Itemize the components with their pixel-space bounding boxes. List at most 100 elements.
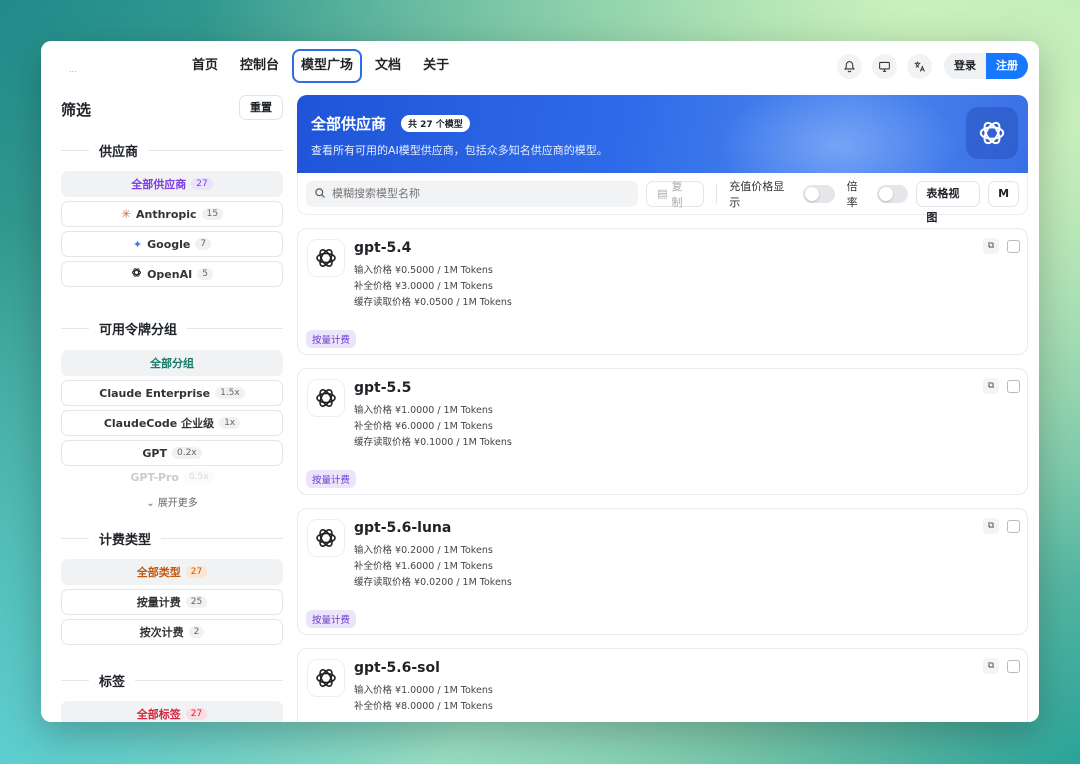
option-label: 全部分组: [150, 357, 194, 370]
select-checkbox[interactable]: [1007, 379, 1020, 393]
expand-more-button[interactable]: ⌄ 展开更多: [61, 494, 283, 509]
copy-icon: ▤: [657, 187, 668, 200]
option-count: 1.5x: [215, 387, 245, 399]
group-option-gpt[interactable]: GPT 0.2x: [61, 440, 283, 466]
top-right-actions: 登录 注册: [837, 53, 1028, 79]
translate-icon[interactable]: [907, 53, 932, 79]
provider-options: 全部供应商 27 ✳ Anthropic 15 ✦ Google 7 OpenA…: [61, 171, 283, 287]
search-icon: [314, 184, 326, 203]
tag-option-all[interactable]: 全部标签 27: [61, 701, 283, 722]
table-view-button[interactable]: 表格视图: [916, 180, 981, 224]
providers-section-title: 供应商: [61, 141, 283, 160]
openai-icon: [966, 107, 1018, 159]
reset-button[interactable]: 重置: [239, 95, 283, 120]
option-count: 0.5x: [183, 471, 214, 483]
card-actions: ⧉: [983, 378, 1020, 394]
option-count: 27: [185, 566, 208, 578]
gemini-icon: ✦: [132, 237, 143, 251]
search-box: [306, 180, 639, 207]
provider-option-openai[interactable]: OpenAI 5: [61, 261, 283, 287]
input-price: 输入价格 ¥0.5000 / 1M Tokens: [354, 265, 493, 276]
divider: [61, 149, 89, 151]
option-count: 27: [191, 178, 213, 190]
register-button[interactable]: 注册: [986, 53, 1028, 79]
model-card[interactable]: gpt-5.6-sol 输入价格 ¥1.0000 / 1M Tokens 补全价…: [297, 648, 1028, 722]
openai-icon: [307, 239, 345, 277]
model-card[interactable]: gpt-5.4 输入价格 ¥0.5000 / 1M Tokens 补全价格 ¥3…: [297, 228, 1028, 355]
ratio-toggle[interactable]: [876, 184, 909, 203]
provider-option-all[interactable]: 全部供应商 27: [61, 171, 283, 197]
model-name: gpt-5.4: [354, 240, 412, 256]
select-checkbox[interactable]: [1007, 239, 1020, 253]
option-label: 按次计费: [139, 626, 184, 639]
main-content: 全部供应商 共 27 个模型 查看所有可用的AI模型供应商，包括众多知名供应商的…: [297, 95, 1028, 722]
option-count: 5: [197, 268, 213, 280]
tag-options: 全部标签 27: [61, 701, 283, 722]
model-name: gpt-5.5: [354, 380, 412, 396]
logo[interactable]: ...: [69, 65, 77, 74]
copy-icon[interactable]: ⧉: [983, 378, 999, 394]
nav-about[interactable]: 关于: [414, 49, 458, 83]
provider-option-anthropic[interactable]: ✳ Anthropic 15: [61, 201, 283, 227]
nav-docs[interactable]: 文档: [366, 49, 410, 83]
option-count: 7: [195, 238, 212, 250]
billing-options: 全部类型 27 按量计费 25 按次计费 2: [61, 559, 283, 645]
groups-section-title: 可用令牌分组: [61, 319, 283, 338]
card-actions: ⧉: [983, 518, 1020, 534]
model-card[interactable]: gpt-5.5 输入价格 ¥1.0000 / 1M Tokens 补全价格 ¥6…: [297, 368, 1028, 495]
billing-section-title: 计费类型: [61, 529, 283, 548]
group-option-gpt-pro[interactable]: GPT-Pro 0.5x: [61, 470, 283, 486]
provider-option-google[interactable]: ✦ Google 7: [61, 231, 283, 257]
copy-icon[interactable]: ⧉: [983, 238, 999, 254]
section-label: 可用令牌分组: [99, 322, 178, 338]
model-card[interactable]: gpt-5.6-luna 输入价格 ¥0.2000 / 1M Tokens 补全…: [297, 508, 1028, 635]
main-nav: 首页 控制台 模型广场 文档 关于: [183, 49, 458, 83]
group-option-claudecode[interactable]: ClaudeCode 企业级 1x: [61, 410, 283, 436]
recharge-price-toggle[interactable]: [802, 184, 835, 203]
billing-option-all[interactable]: 全部类型 27: [61, 559, 283, 585]
option-label: Claude Enterprise: [99, 386, 211, 400]
select-checkbox[interactable]: [1007, 659, 1020, 673]
hero-description: 查看所有可用的AI模型供应商，包括众多知名供应商的模型。: [311, 144, 608, 157]
option-label: ClaudeCode 企业级: [103, 417, 215, 430]
billing-option-usage[interactable]: 按量计费 25: [61, 589, 283, 615]
nav-console[interactable]: 控制台: [231, 49, 288, 83]
login-button[interactable]: 登录: [944, 53, 986, 79]
search-input[interactable]: [332, 187, 612, 200]
nav-model-square[interactable]: 模型广场: [292, 49, 363, 83]
monitor-icon[interactable]: [872, 53, 897, 79]
filter-sidebar: 筛选 重置 供应商 全部供应商 27 ✳ Anthropic 15 ✦ Goog…: [61, 95, 283, 722]
section-label: 供应商: [99, 144, 139, 160]
option-count: 25: [185, 596, 208, 608]
select-checkbox[interactable]: [1007, 519, 1020, 533]
option-label: 按量计费: [136, 596, 181, 609]
tags-section-title: 标签: [61, 671, 283, 690]
billing-option-per-call[interactable]: 按次计费 2: [61, 619, 283, 645]
model-prices: 输入价格 ¥0.5000 / 1M Tokens 补全价格 ¥3.0000 / …: [354, 263, 512, 311]
billing-tag: 按量计费: [306, 610, 357, 628]
copy-icon[interactable]: ⧉: [983, 658, 999, 674]
copy-icon[interactable]: ⧉: [983, 518, 999, 534]
completion-price: 补全价格 ¥3.0000 / 1M Tokens: [354, 281, 493, 292]
model-prices: 输入价格 ¥0.2000 / 1M Tokens 补全价格 ¥1.6000 / …: [354, 543, 512, 591]
option-count: 0.2x: [171, 447, 202, 459]
billing-tag: 按量计费: [306, 470, 357, 488]
m-button[interactable]: M: [988, 180, 1020, 207]
section-label: 计费类型: [99, 532, 152, 548]
divider: [61, 537, 89, 539]
openai-icon: [307, 519, 345, 557]
option-count: 1x: [219, 417, 241, 429]
openai-icon: [307, 379, 345, 417]
divider: [716, 183, 718, 204]
openai-icon: [307, 659, 345, 697]
model-name: gpt-5.6-luna: [354, 520, 452, 536]
cache-price: 缓存读取价格 ¥0.1000 / 1M Tokens: [354, 437, 512, 448]
copy-button[interactable]: ▤ 复制: [646, 180, 705, 209]
option-label: 全部标签: [136, 708, 181, 721]
group-option-claude-enterprise[interactable]: Claude Enterprise 1.5x: [61, 380, 283, 406]
group-option-all[interactable]: 全部分组: [61, 350, 283, 376]
nav-home[interactable]: 首页: [183, 49, 227, 83]
option-label: 全部类型: [136, 566, 181, 579]
model-name: gpt-5.6-sol: [354, 660, 440, 676]
bell-icon[interactable]: [837, 53, 862, 79]
